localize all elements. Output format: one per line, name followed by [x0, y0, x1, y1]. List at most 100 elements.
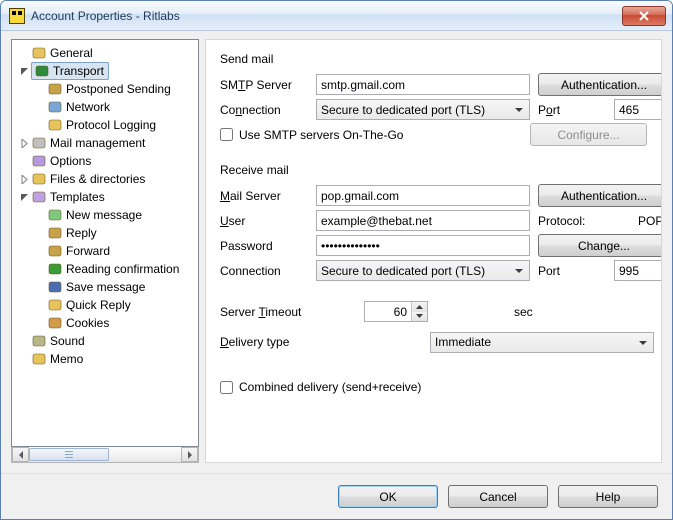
recv-section-label: Receive mail: [220, 163, 647, 177]
delivery-label: Delivery type: [220, 335, 420, 349]
tree-item-options[interactable]: Options: [14, 152, 196, 170]
help-button[interactable]: Help: [558, 485, 658, 508]
tree-item-protocol-logging[interactable]: Protocol Logging: [14, 116, 196, 134]
cancel-button[interactable]: Cancel: [448, 485, 548, 508]
tree-item-templates[interactable]: Templates: [14, 188, 196, 206]
page-lines-icon: [31, 135, 47, 151]
delivery-combo[interactable]: Immediate: [430, 332, 654, 353]
tree-item-label: Reply: [66, 226, 97, 240]
tree-item-label: Save message: [66, 280, 145, 294]
tree-item-postponed-sending[interactable]: Postponed Sending: [14, 80, 196, 98]
tree-item-quick-reply[interactable]: Quick Reply: [14, 296, 196, 314]
recv-auth-button[interactable]: Authentication...: [538, 184, 662, 207]
send-connection-combo[interactable]: Secure to dedicated port (TLS): [316, 99, 530, 120]
tree-item-save-message[interactable]: Save message: [14, 278, 196, 296]
form-panel: Send mail SMTP Server Authentication... …: [205, 39, 662, 463]
dialog-button-row: OK Cancel Help: [1, 473, 672, 519]
combined-delivery-row[interactable]: Combined delivery (send+receive): [220, 376, 647, 398]
tree-item-label: Options: [50, 154, 91, 168]
reply-icon: [47, 225, 63, 241]
ok-button[interactable]: OK: [338, 485, 438, 508]
quickreply-icon: [47, 297, 63, 313]
recv-port-label: Port: [538, 264, 606, 278]
tree-item-label: Templates: [50, 190, 105, 204]
save-icon: [47, 279, 63, 295]
password-input[interactable]: [316, 235, 530, 256]
tree-expander-icon[interactable]: [18, 190, 31, 204]
recv-port-input[interactable]: [614, 260, 662, 281]
recv-connection-label: Connection: [220, 264, 308, 278]
smtp-server-input[interactable]: [316, 74, 530, 95]
tree-item-forward[interactable]: Forward: [14, 242, 196, 260]
tree-item-label: General: [50, 46, 93, 60]
send-port-label: Port: [538, 103, 606, 117]
mail-server-input[interactable]: [316, 185, 530, 206]
tree-item-general[interactable]: General: [14, 44, 196, 62]
tree-item-cookies[interactable]: Cookies: [14, 314, 196, 332]
otg-checkbox[interactable]: [220, 128, 233, 141]
newmsg-icon: [47, 207, 63, 223]
send-port-input[interactable]: [614, 99, 662, 120]
user-input[interactable]: [316, 210, 530, 231]
change-password-button[interactable]: Change...: [538, 234, 662, 257]
cards-icon: [31, 153, 47, 169]
user-label: User: [220, 214, 308, 228]
timeout-spinner[interactable]: [364, 301, 428, 322]
nav-tree[interactable]: General Transport Postponed Sending Network…: [11, 39, 199, 447]
templates-icon: [31, 189, 47, 205]
tree-item-transport[interactable]: Transport: [14, 62, 196, 80]
cookies-icon: [47, 315, 63, 331]
tree-item-label: Cookies: [66, 316, 109, 330]
globe-arrow-icon: [34, 63, 50, 79]
scroll-track[interactable]: [29, 447, 181, 462]
otg-checkbox-row[interactable]: Use SMTP servers On-The-Go: [220, 124, 522, 146]
tree-item-reading-confirmation[interactable]: Reading confirmation: [14, 260, 196, 278]
window-close-button[interactable]: [622, 6, 666, 26]
tree-item-mail-management[interactable]: Mail management: [14, 134, 196, 152]
tree-item-network[interactable]: Network: [14, 98, 196, 116]
tree-expander-icon[interactable]: [18, 172, 31, 186]
spin-up-icon[interactable]: [412, 302, 427, 312]
tree-item-label: Protocol Logging: [66, 118, 156, 132]
memo-icon: [31, 351, 47, 367]
tree-item-label: Transport: [53, 64, 104, 78]
tree-item-label: Memo: [50, 352, 83, 366]
combined-delivery-checkbox[interactable]: [220, 381, 233, 394]
tree-item-reply[interactable]: Reply: [14, 224, 196, 242]
page-time-icon: [47, 81, 63, 97]
send-auth-button[interactable]: Authentication...: [538, 73, 662, 96]
chevron-down-icon: [510, 102, 527, 119]
spin-down-icon[interactable]: [412, 312, 427, 322]
tree-scrollbar[interactable]: [11, 446, 199, 463]
chevron-down-icon: [634, 335, 651, 352]
tree-item-sound[interactable]: Sound: [14, 332, 196, 350]
forward-icon: [47, 243, 63, 259]
protocol-label: Protocol:: [538, 214, 598, 228]
tree-item-label: Reading confirmation: [66, 262, 179, 276]
scroll-left-button[interactable]: [12, 447, 29, 462]
tree-item-memo[interactable]: Memo: [14, 350, 196, 368]
send-section-label: Send mail: [220, 52, 647, 66]
chevron-down-icon: [510, 263, 527, 280]
combined-delivery-label: Combined delivery (send+receive): [239, 380, 421, 394]
tree-item-label: Files & directories: [50, 172, 145, 186]
window-title: Account Properties - Ritlabs: [31, 9, 622, 23]
tree-item-label: Postponed Sending: [66, 82, 171, 96]
tree-item-label: New message: [66, 208, 142, 222]
recv-connection-combo[interactable]: Secure to dedicated port (TLS): [316, 260, 530, 281]
scroll-thumb[interactable]: [29, 448, 109, 461]
confirm-icon: [47, 261, 63, 277]
tree-item-files-directories[interactable]: Files & directories: [14, 170, 196, 188]
protocol-value: POP3: [606, 214, 662, 228]
scroll-right-button[interactable]: [181, 447, 198, 462]
timeout-input[interactable]: [365, 302, 411, 321]
tree-item-label: Network: [66, 100, 110, 114]
mail-server-label: Mail Server: [220, 189, 308, 203]
tree-expander-icon[interactable]: [18, 64, 31, 78]
app-icon: [9, 8, 25, 24]
tree-item-new-message[interactable]: New message: [14, 206, 196, 224]
dialog-body: General Transport Postponed Sending Network…: [1, 31, 672, 473]
tree-expander-icon[interactable]: [18, 136, 31, 150]
tree-item-label: Mail management: [50, 136, 145, 150]
otg-label: Use SMTP servers On-The-Go: [239, 128, 403, 142]
